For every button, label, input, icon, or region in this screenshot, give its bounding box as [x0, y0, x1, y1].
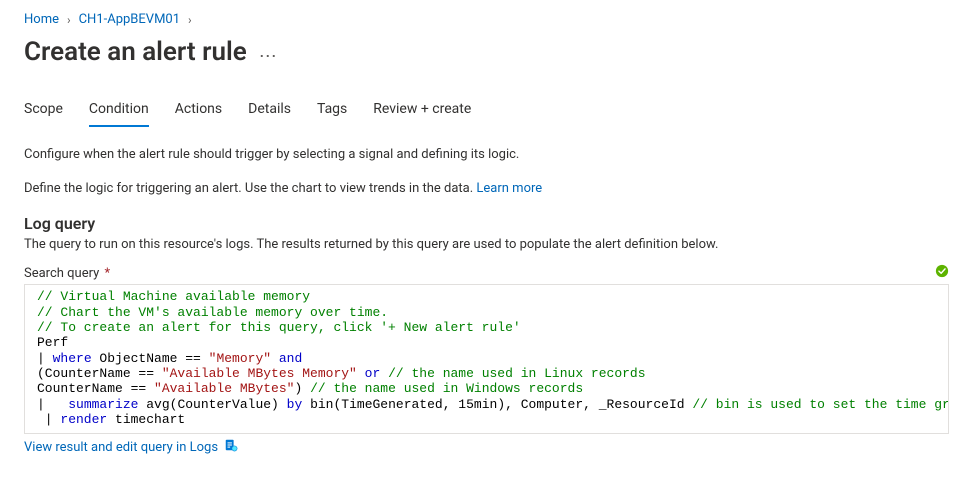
tab-details[interactable]: Details: [248, 101, 291, 127]
search-query-label-row: Search query *: [24, 264, 949, 282]
more-icon[interactable]: ⋯: [259, 46, 277, 67]
page-title-row: Create an alert rule ⋯: [24, 37, 949, 67]
search-query-editor[interactable]: // Virtual Machine available memory // C…: [24, 284, 949, 434]
log-query-subtext: The query to run on this resource's logs…: [24, 237, 949, 252]
breadcrumb: Home › CH1-AppBEVM01 ›: [24, 8, 949, 31]
tab-tags[interactable]: Tags: [317, 101, 347, 127]
tab-bar: Scope Condition Actions Details Tags Rev…: [24, 101, 949, 128]
define-text: Define the logic for triggering an alert…: [24, 181, 476, 196]
logs-icon: [224, 438, 238, 456]
chevron-right-icon: ›: [188, 13, 192, 27]
learn-more-link[interactable]: Learn more: [476, 181, 542, 196]
chevron-right-icon: ›: [67, 13, 71, 27]
log-query-heading: Log query: [24, 214, 949, 233]
view-in-logs-link[interactable]: View result and edit query in Logs: [24, 440, 218, 455]
tab-scope[interactable]: Scope: [24, 101, 63, 127]
required-star-icon: *: [101, 266, 110, 281]
tab-condition[interactable]: Condition: [89, 101, 149, 127]
tab-actions[interactable]: Actions: [175, 101, 222, 127]
breadcrumb-resource[interactable]: CH1-AppBEVM01: [79, 12, 180, 27]
page-title: Create an alert rule: [24, 37, 247, 67]
view-in-logs-row: View result and edit query in Logs: [24, 438, 949, 456]
validation-ok-icon: [935, 264, 949, 282]
configure-text: Configure when the alert rule should tri…: [24, 146, 949, 164]
breadcrumb-home[interactable]: Home: [24, 12, 59, 27]
tab-review-create[interactable]: Review + create: [373, 101, 471, 127]
search-query-label: Search query *: [24, 266, 110, 281]
define-text-row: Define the logic for triggering an alert…: [24, 180, 949, 198]
